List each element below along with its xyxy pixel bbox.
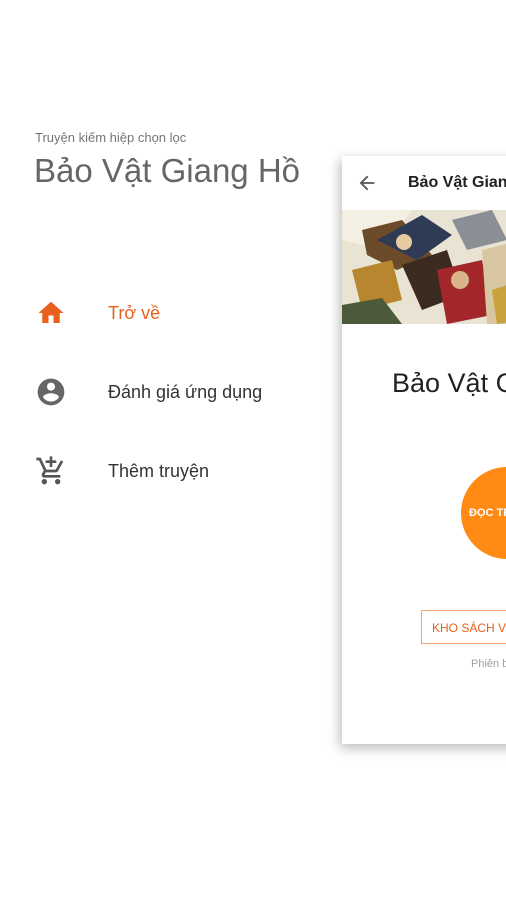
book-title: Bảo Vật Giang Hồ	[392, 368, 506, 398]
app-bar-title: Bảo Vật Giang Hồ	[408, 174, 506, 191]
drawer-subtitle: Truyện kiếm hiệp chọn lọc	[35, 130, 187, 145]
vip-library-label: KHO SÁCH VIP	[432, 621, 506, 635]
menu-item-label: Trở về	[108, 302, 161, 323]
account-circle-icon	[34, 375, 68, 409]
menu-item-rate-app[interactable]: Đánh giá ứng dụng	[0, 364, 330, 420]
version-text: Phiên bản	[471, 658, 506, 670]
cover-banner-image	[342, 210, 506, 324]
back-arrow-icon[interactable]	[356, 172, 378, 194]
drawer-title: Bảo Vật Giang Hồ	[34, 152, 300, 189]
main-screen-preview[interactable]: Bảo Vật Giang Hồ Bảo Vật Giang Hồ ĐỌ	[342, 156, 506, 744]
home-icon	[34, 296, 68, 330]
app-screen: Truyện kiếm hiệp chọn lọc Bảo Vật Giang …	[0, 0, 506, 900]
add-cart-icon	[34, 454, 68, 488]
menu-item-label: Đánh giá ứng dụng	[108, 381, 263, 402]
menu-item-label: Thêm truyện	[108, 460, 210, 481]
read-story-label: ĐỌC TRUYỆN	[469, 507, 506, 519]
menu-item-add-story[interactable]: Thêm truyện	[0, 443, 330, 499]
app-bar: Bảo Vật Giang Hồ	[342, 156, 506, 210]
menu-item-back[interactable]: Trở về	[0, 285, 330, 341]
vip-library-button[interactable]: KHO SÁCH VIP	[421, 610, 506, 644]
read-story-button[interactable]: ĐỌC TRUYỆN	[461, 467, 506, 559]
